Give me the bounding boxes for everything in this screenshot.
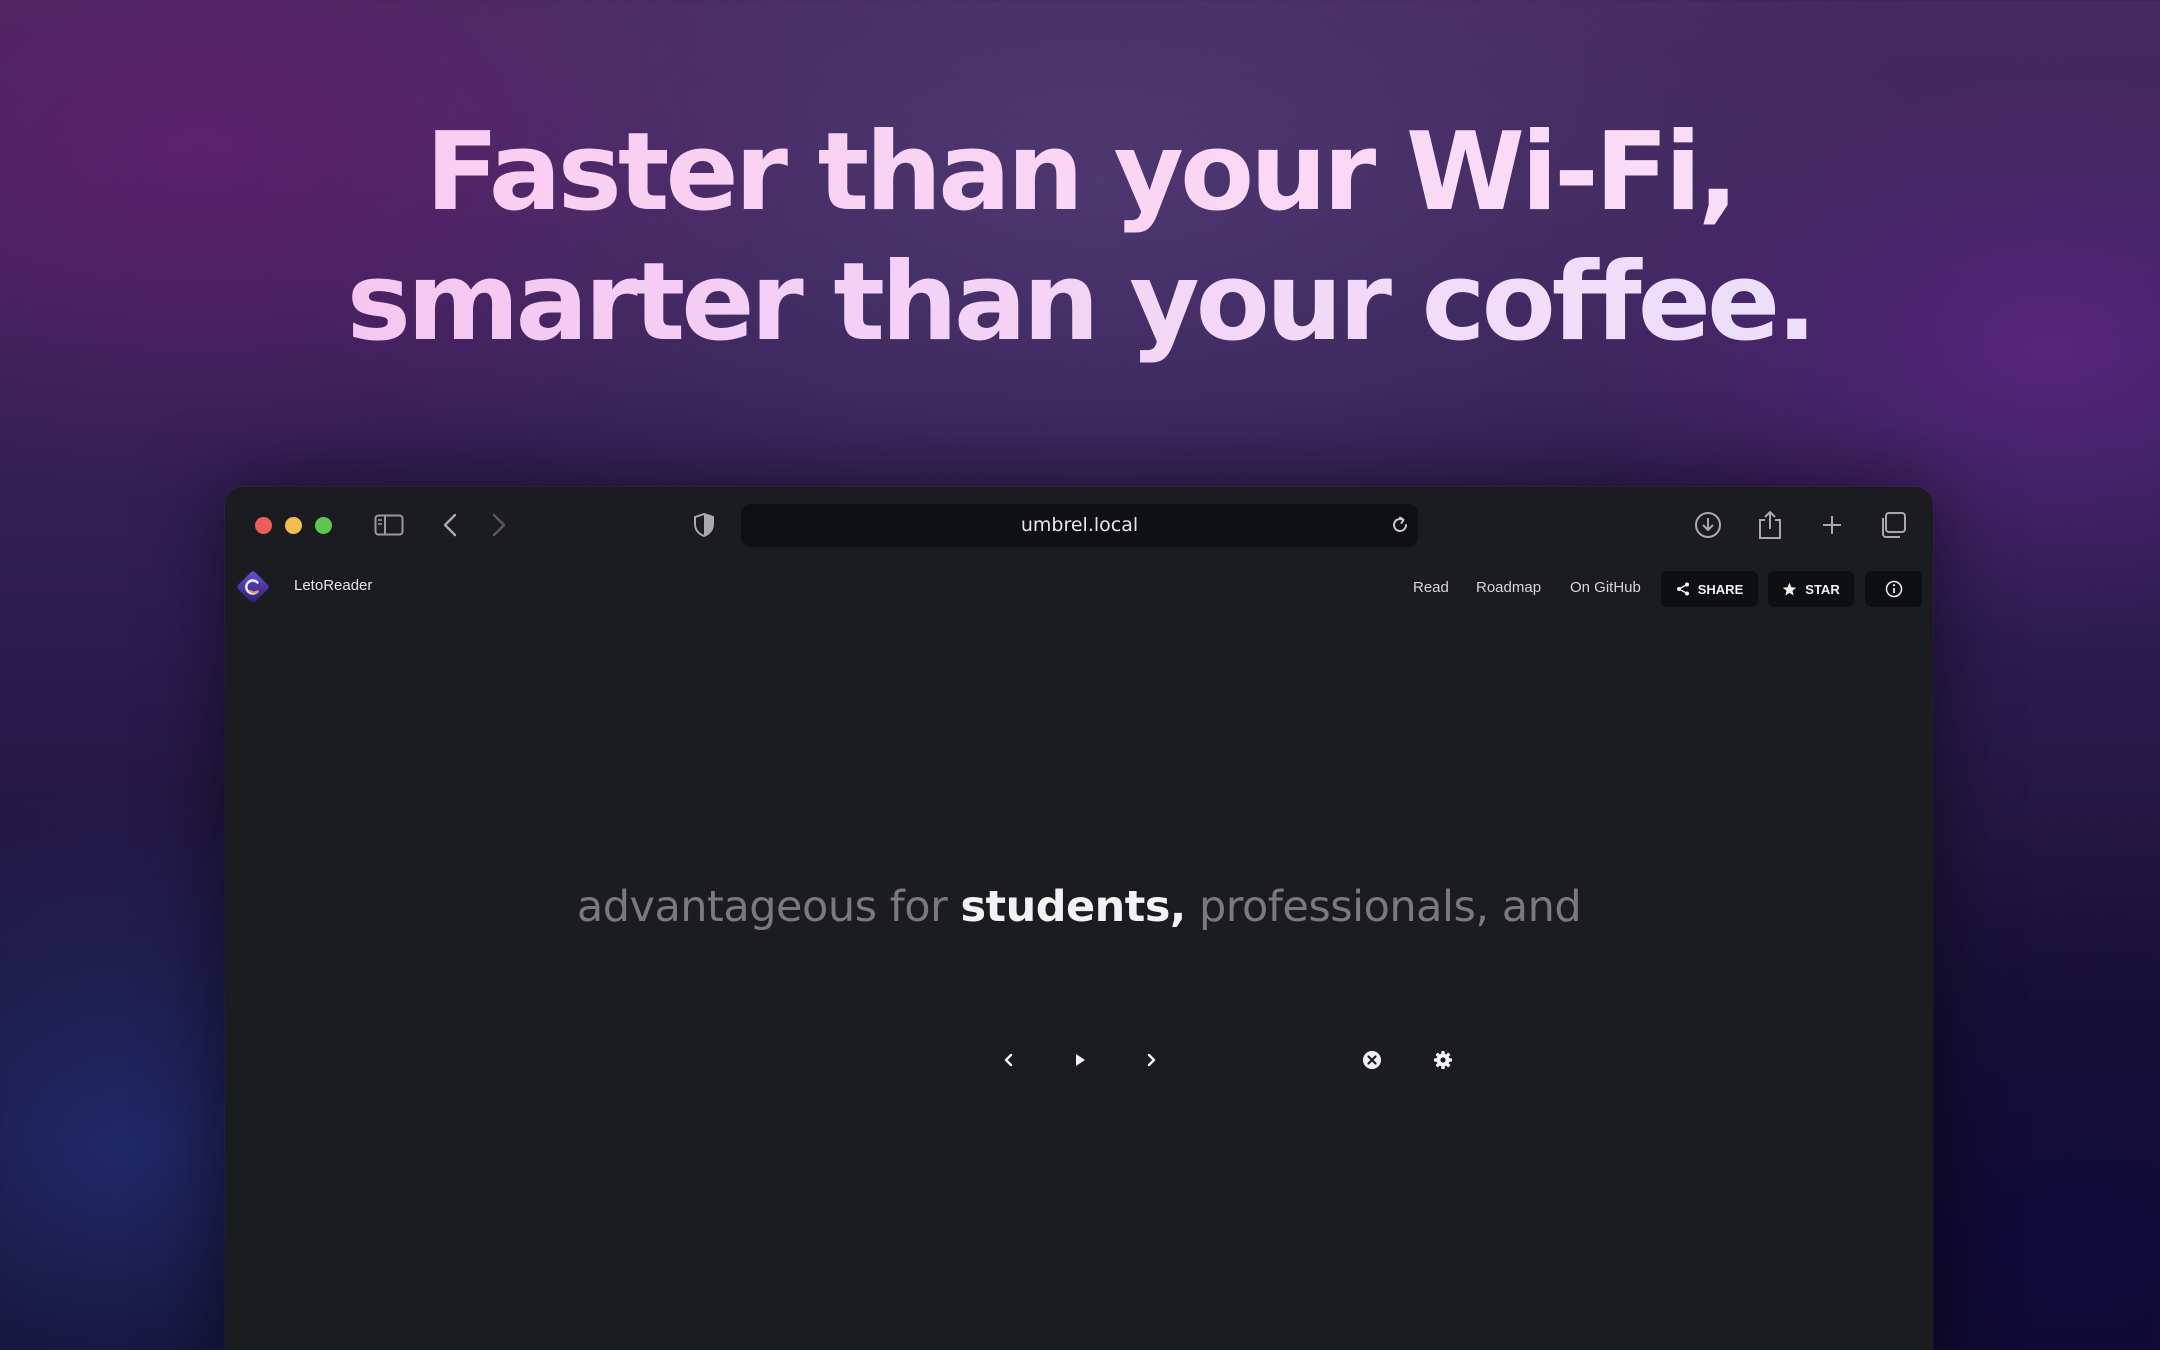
close-reader-icon[interactable] (1357, 1045, 1387, 1075)
reload-icon[interactable] (1390, 515, 1410, 539)
back-icon[interactable] (435, 505, 465, 545)
zoom-window-button[interactable] (315, 517, 332, 534)
star-button[interactable]: STAR (1768, 571, 1854, 607)
app-logo[interactable] (233, 567, 273, 607)
share-button-label: SHARE (1697, 581, 1744, 597)
address-bar[interactable]: umbrel.local (741, 504, 1418, 547)
browser-window: umbrel.local LetoReader Read Roadmap On … (225, 487, 1933, 1350)
tabs-icon[interactable] (1877, 505, 1909, 545)
app-name[interactable]: LetoReader (294, 577, 372, 594)
url-text: umbrel.local (1020, 514, 1139, 536)
info-icon (1885, 580, 1902, 598)
reader-text-before: advantageous for (576, 882, 948, 932)
reader-text: advantageous for students, professionals… (225, 882, 1933, 932)
info-button[interactable] (1865, 571, 1922, 607)
browser-toolbar: umbrel.local (225, 487, 1933, 563)
reader-text-after: professionals, and (1198, 882, 1582, 932)
play-icon[interactable] (1065, 1045, 1095, 1075)
share-button[interactable]: SHARE (1661, 571, 1758, 607)
share-nodes-icon (1676, 582, 1689, 596)
new-tab-icon[interactable] (1816, 505, 1848, 545)
hero-line-2: smarter than your coffee. (0, 238, 2160, 368)
share-icon[interactable] (1754, 505, 1786, 545)
minimize-window-button[interactable] (285, 517, 302, 534)
next-icon[interactable] (1136, 1045, 1166, 1075)
settings-gear-icon[interactable] (1428, 1045, 1458, 1075)
hero-headline: Faster than your Wi-Fi, smarter than you… (0, 108, 2160, 368)
nav-roadmap-link[interactable]: Roadmap (1476, 579, 1541, 596)
close-window-button[interactable] (255, 517, 272, 534)
download-icon[interactable] (1692, 505, 1724, 545)
nav-github-link[interactable]: On GitHub (1570, 579, 1641, 596)
nav-read-link[interactable]: Read (1413, 579, 1449, 596)
hero-line-1: Faster than your Wi-Fi, (0, 108, 2160, 238)
sidebar-icon[interactable] (369, 505, 409, 545)
forward-icon[interactable] (484, 505, 514, 545)
reader-current-word: students, (960, 882, 1186, 932)
star-icon (1783, 582, 1797, 595)
shield-icon[interactable] (689, 505, 719, 545)
star-button-label: STAR (1805, 581, 1840, 597)
previous-icon[interactable] (994, 1045, 1024, 1075)
